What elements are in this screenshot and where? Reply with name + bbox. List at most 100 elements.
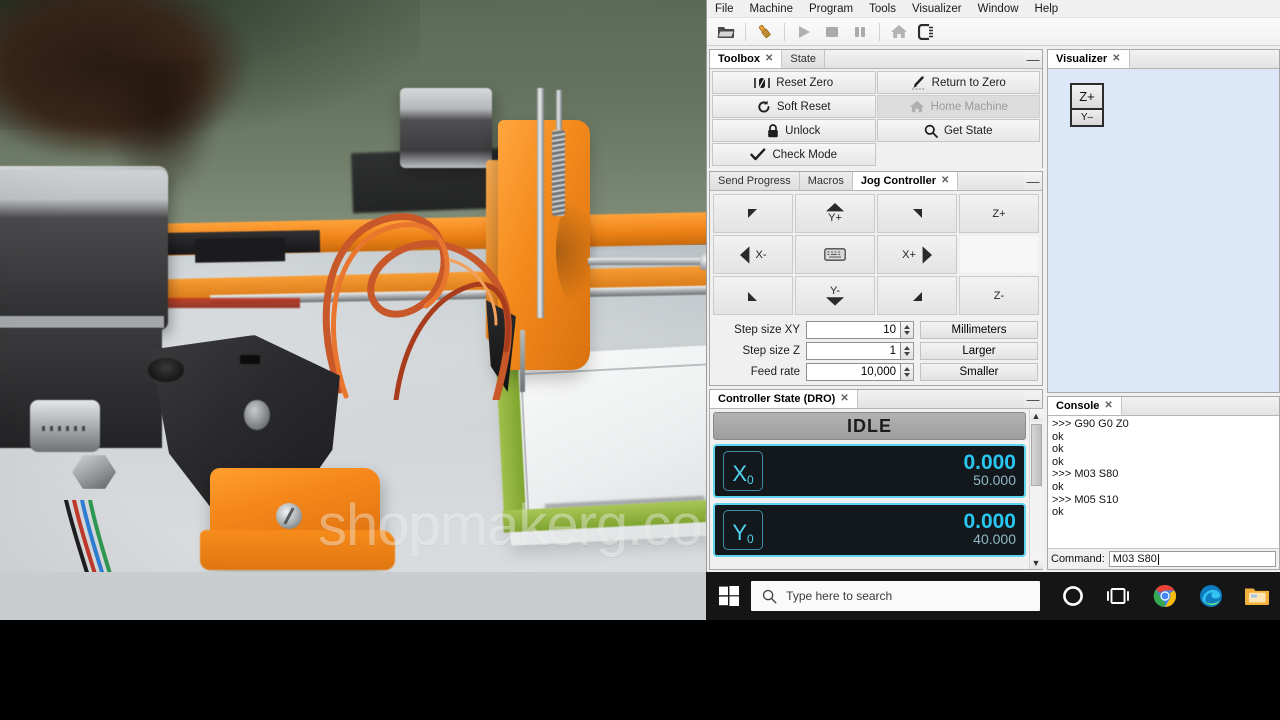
get-state-button[interactable]: Get State: [876, 119, 1040, 142]
jog-yminus-button[interactable]: Y-: [795, 276, 875, 315]
cortana-icon[interactable]: [1050, 572, 1096, 620]
return-to-zero-icon: [911, 75, 925, 89]
step-size-z-stepper[interactable]: [901, 342, 914, 360]
jog-yplus-button[interactable]: Y+: [795, 194, 875, 233]
menu-item-visualizer[interactable]: Visualizer: [912, 3, 962, 15]
jog-xplus-yminus-button[interactable]: [877, 276, 957, 315]
command-input-value: M03 S80: [1112, 553, 1157, 565]
menu-item-file[interactable]: File: [715, 3, 734, 15]
pause-icon[interactable]: [847, 20, 873, 44]
play-icon[interactable]: [791, 20, 817, 44]
tab-jog-controller[interactable]: Jog Controller ✕: [852, 172, 959, 190]
tab-toolbox[interactable]: Toolbox ✕: [710, 50, 783, 68]
dro-work-y: 0.000: [963, 510, 1016, 534]
edge-icon[interactable]: [1188, 572, 1234, 620]
close-icon[interactable]: ✕: [941, 175, 949, 186]
unlock-button[interactable]: Unlock: [712, 119, 876, 142]
letterbox-bottom: [0, 620, 1280, 720]
tab-controller-state-dro[interactable]: Controller State (DRO) ✕: [710, 390, 858, 408]
larger-button[interactable]: Larger: [920, 342, 1038, 360]
stepper-up-icon: [904, 325, 910, 329]
axis-zero-x-button[interactable]: X0: [723, 451, 763, 491]
visualizer-canvas[interactable]: Z+ Y–: [1048, 69, 1279, 392]
toolbox-minimize-button[interactable]: —: [1024, 50, 1042, 68]
jog-zminus-button[interactable]: Z-: [959, 276, 1039, 315]
close-icon[interactable]: ✕: [765, 53, 773, 64]
connect-icon[interactable]: [914, 20, 940, 44]
feed-rate-input[interactable]: 10,000: [806, 363, 901, 381]
dro-axis-row-x[interactable]: X0 0.000 50.000: [713, 444, 1026, 498]
jog-pad: Y+ Z+ X- X+ Y- Z-: [710, 191, 1042, 318]
reset-zero-label: Reset Zero: [776, 76, 834, 89]
dro-tabstrip-fill: [857, 390, 1024, 408]
feed-rate-stepper[interactable]: [901, 363, 914, 381]
start-button[interactable]: [706, 572, 751, 620]
scroll-up-icon[interactable]: ▲: [1029, 409, 1043, 422]
chrome-icon[interactable]: [1142, 572, 1188, 620]
open-file-icon[interactable]: [713, 20, 739, 44]
jog-xplus-yplus-button[interactable]: [877, 194, 957, 233]
units-button[interactable]: Millimeters: [920, 321, 1038, 339]
dro-scroll-thumb[interactable]: [1030, 424, 1042, 486]
arrow-up-icon: [826, 203, 844, 212]
smaller-button[interactable]: Smaller: [920, 363, 1038, 381]
task-view-icon[interactable]: [1096, 572, 1142, 620]
tab-jog-controller-label: Jog Controller: [860, 174, 936, 187]
windows-taskbar: Type here to search: [706, 572, 1280, 620]
menu-item-program[interactable]: Program: [809, 3, 853, 15]
console-log[interactable]: >>> G90 G0 Z0 ok ok ok >>> M03 S80 ok >>…: [1048, 416, 1279, 548]
console-line: >>> M03 S80: [1052, 468, 1119, 481]
dro-vertical-scrollbar[interactable]: ▲ ▼: [1029, 409, 1043, 569]
jog-xplus-button[interactable]: X+: [877, 235, 957, 274]
menu-item-help[interactable]: Help: [1035, 3, 1059, 15]
dro-minimize-button[interactable]: —: [1024, 390, 1042, 408]
search-input[interactable]: Type here to search: [751, 581, 1040, 611]
view-cube-yminus-face[interactable]: Y–: [1072, 110, 1102, 125]
jog-xminus-button[interactable]: X-: [713, 235, 793, 274]
stepper-down-icon: [904, 352, 910, 356]
reset-zero-button[interactable]: Reset Zero: [712, 71, 876, 94]
console-line: >>> M05 S10: [1052, 493, 1119, 506]
close-icon[interactable]: ✕: [840, 393, 848, 404]
menu-item-tools[interactable]: Tools: [869, 3, 896, 15]
dro-tabstrip: Controller State (DRO) ✕ —: [710, 390, 1042, 409]
jog-zplus-button[interactable]: Z+: [959, 194, 1039, 233]
close-icon[interactable]: ✕: [1112, 53, 1120, 64]
check-mode-button[interactable]: Check Mode: [712, 143, 876, 166]
menu-item-window[interactable]: Window: [978, 3, 1019, 15]
file-explorer-icon[interactable]: [1234, 572, 1280, 620]
jog-minimize-button[interactable]: —: [1024, 172, 1042, 190]
stop-icon[interactable]: [819, 20, 845, 44]
tab-macros[interactable]: Macros: [799, 172, 853, 190]
tab-state[interactable]: State: [782, 50, 826, 68]
home-icon[interactable]: [886, 20, 912, 44]
windows-logo-icon: [718, 586, 739, 606]
jog-xminus-yplus-button[interactable]: [713, 194, 793, 233]
close-icon[interactable]: ✕: [1104, 400, 1112, 411]
jog-xminus-yminus-button[interactable]: [713, 276, 793, 315]
command-input[interactable]: M03 S80: [1108, 551, 1276, 567]
step-size-xy-stepper[interactable]: [901, 321, 914, 339]
photo-stepper-motor-left: [0, 170, 168, 330]
view-cube-zplus-face[interactable]: Z+: [1072, 85, 1102, 110]
axis-zero-y-button[interactable]: Y0: [723, 510, 763, 550]
step-size-z-input[interactable]: 1: [806, 342, 901, 360]
jog-keyboard-button[interactable]: [795, 235, 875, 274]
view-orientation-cube[interactable]: Z+ Y–: [1070, 83, 1104, 127]
menu-item-machine[interactable]: Machine: [750, 3, 793, 15]
tab-send-progress[interactable]: Send Progress: [710, 172, 800, 190]
soft-reset-button[interactable]: Soft Reset: [712, 95, 876, 118]
photo-shaft-collar-detail: [42, 426, 90, 431]
jog-tabstrip-fill: [958, 172, 1024, 190]
tab-visualizer[interactable]: Visualizer ✕: [1048, 50, 1130, 68]
return-to-zero-button[interactable]: Return to Zero: [876, 71, 1040, 94]
tab-console[interactable]: Console ✕: [1048, 397, 1122, 415]
dro-axis-row-y[interactable]: Y0 0.000 40.000: [713, 503, 1026, 557]
step-size-xy-input[interactable]: 10: [806, 321, 901, 339]
drill-bit-icon[interactable]: [752, 20, 778, 44]
scroll-down-icon[interactable]: ▼: [1029, 556, 1043, 569]
visualizer-tabstrip: Visualizer ✕: [1048, 50, 1279, 69]
dro-scroll-track[interactable]: [1029, 422, 1043, 556]
stepper-up-icon: [904, 346, 910, 350]
tab-state-label: State: [790, 53, 817, 65]
